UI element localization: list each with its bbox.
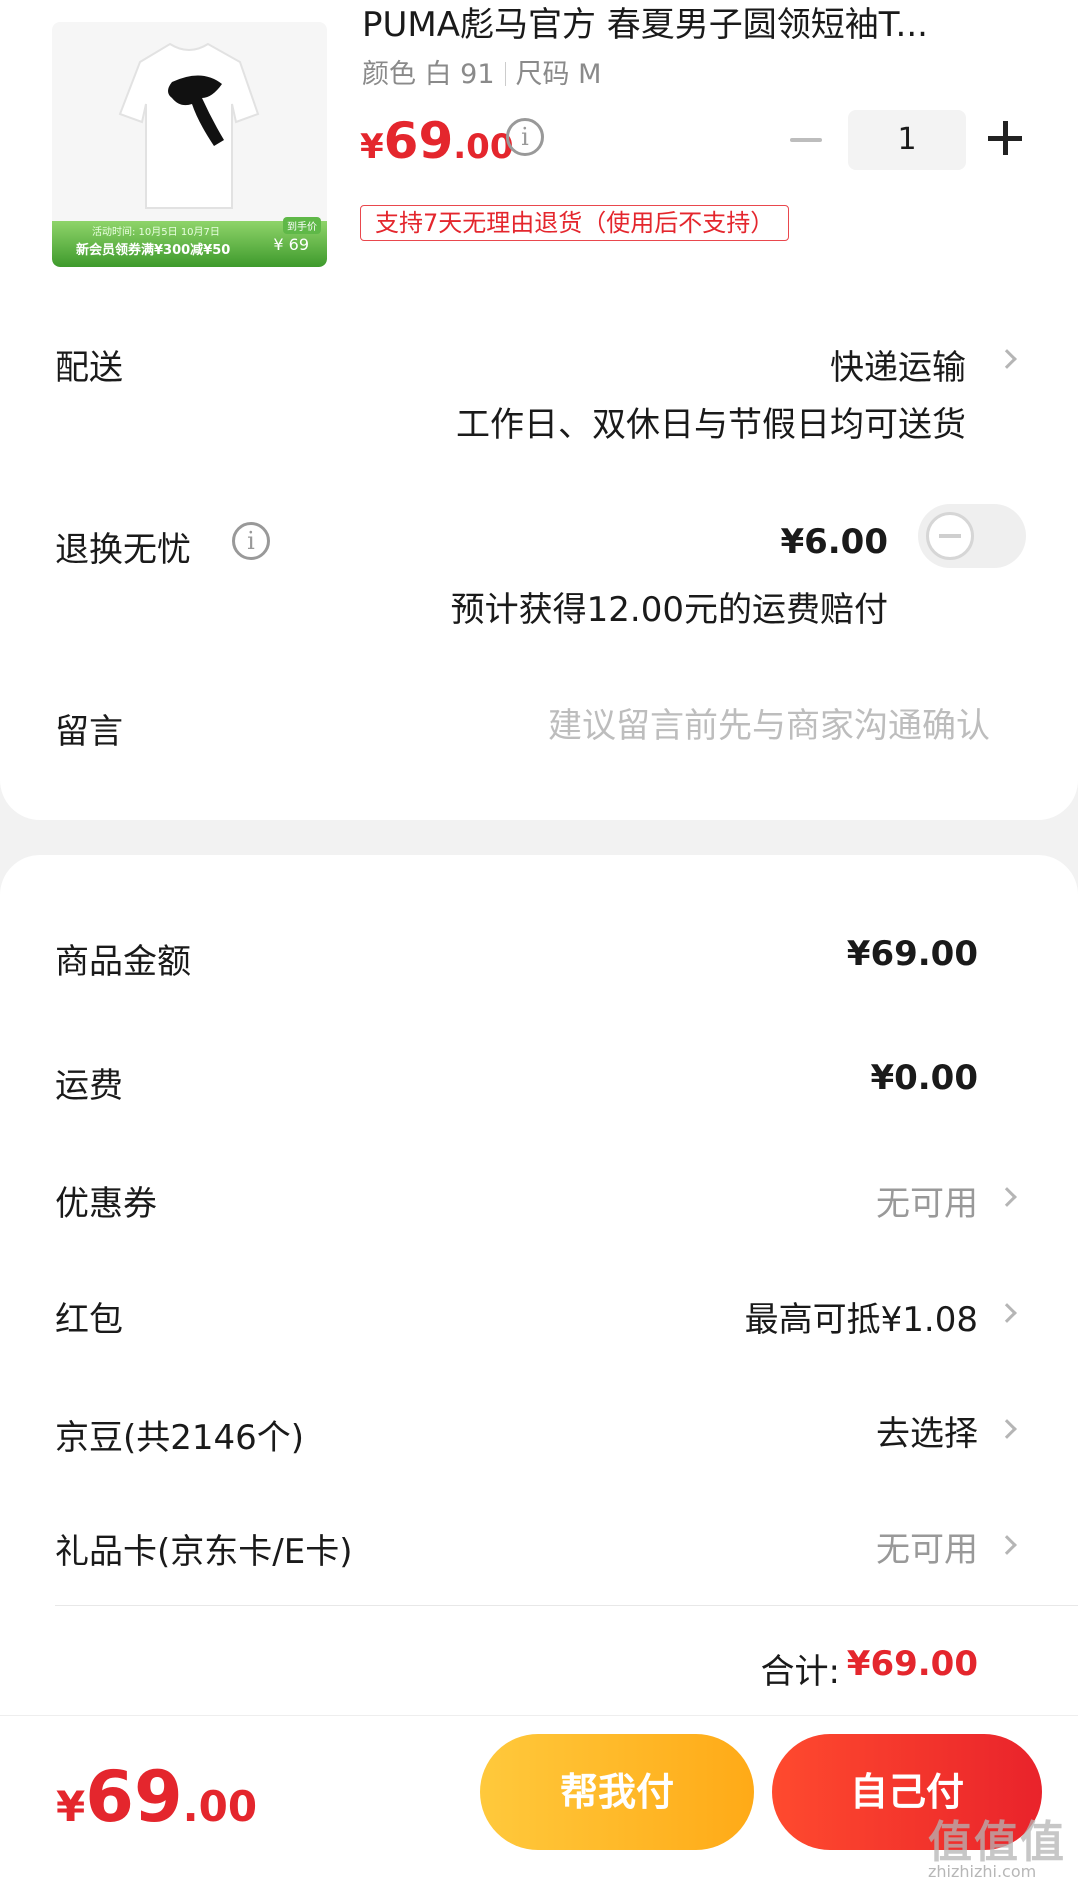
spec-divider — [504, 62, 506, 86]
redpacket-value[interactable]: 最高可抵¥1.08 — [745, 1292, 978, 1341]
delivery-method[interactable]: 快递运输 — [830, 340, 966, 389]
return-insurance-info-icon[interactable]: i — [232, 522, 270, 560]
order-confirm-page: 活动时间: 10月5日 10月7日 新会员领券满¥300减¥50 ¥ 69 到手… — [0, 0, 1078, 1882]
spec-color: 颜色 白 91 — [362, 59, 495, 90]
message-label: 留言 — [55, 712, 123, 752]
shipping-label: 运费 — [55, 1066, 123, 1106]
return-policy-badge: 支持7天无理由退货（使用后不支持） — [360, 205, 790, 241]
checkout-bar: ¥69.00 帮我付 自己付 值值值 zhizhizhi.com — [0, 1715, 1078, 1882]
price-info-icon[interactable]: i — [506, 118, 544, 156]
redpacket-label: 红包 — [55, 1300, 123, 1340]
product-price: ¥69.00 — [360, 112, 514, 170]
jingdou-value[interactable]: 去选择 — [876, 1406, 978, 1455]
message-input[interactable] — [420, 700, 990, 752]
tshirt-image — [118, 42, 260, 209]
price-integer: 69 — [383, 112, 454, 170]
shipping-value: ¥0.00 — [870, 1058, 978, 1098]
coupon-value[interactable]: 无可用 — [876, 1176, 978, 1225]
help-me-pay-button[interactable]: 帮我付 — [480, 1734, 754, 1850]
order-item-card: 活动时间: 10月5日 10月7日 新会员领券满¥300减¥50 ¥ 69 到手… — [0, 0, 1078, 820]
product-spec[interactable]: 颜色 白 91 尺码 M — [362, 52, 601, 91]
spec-size: 尺码 M — [515, 59, 602, 90]
giftcard-value[interactable]: 无可用 — [876, 1522, 978, 1571]
quantity-increase-button[interactable] — [988, 121, 1022, 155]
promo-banner: 活动时间: 10月5日 10月7日 新会员领券满¥300减¥50 ¥ 69 到手… — [52, 217, 327, 267]
return-insurance-note: 预计获得12.00元的运费赔付 — [450, 590, 888, 630]
promo-text: 新会员领券满¥300减¥50 — [76, 243, 231, 258]
quantity-decrease-button[interactable] — [788, 122, 824, 158]
watermark-logo: 值值值 — [928, 1817, 1066, 1868]
promo-tag: 到手价 — [283, 217, 321, 234]
total-label: 合计: — [760, 1652, 840, 1692]
summary-divider — [55, 1605, 1078, 1606]
delivery-note: 工作日、双休日与节假日均可送货 — [456, 405, 966, 445]
return-insurance-toggle[interactable] — [918, 504, 1026, 568]
coupon-label: 优惠券 — [55, 1184, 157, 1224]
giftcard-label: 礼品卡(京东卡/E卡) — [55, 1532, 353, 1572]
promo-price: ¥ 69 — [273, 235, 309, 254]
promo-date: 活动时间: 10月5日 10月7日 — [92, 227, 220, 238]
price-currency: ¥ — [360, 127, 384, 167]
delivery-label: 配送 — [55, 348, 123, 388]
return-insurance-label: 退换无忧 — [55, 530, 191, 570]
checkout-price: ¥69.00 — [56, 1756, 257, 1838]
product-title[interactable]: PUMA彪马官方 春夏男子圆领短袖T... — [362, 2, 1002, 48]
price-decimal: .00 — [453, 127, 514, 167]
toggle-knob — [926, 512, 974, 560]
goods-amount-label: 商品金额 — [55, 942, 191, 982]
checkout-price-decimal: .00 — [182, 1782, 258, 1831]
jingdou-label: 京豆(共2146个) — [55, 1418, 305, 1458]
return-insurance-price: ¥6.00 — [780, 522, 888, 562]
product-thumbnail[interactable]: 活动时间: 10月5日 10月7日 新会员领券满¥300减¥50 ¥ 69 到手… — [52, 22, 327, 267]
delivery-chevron-icon[interactable] — [997, 349, 1017, 369]
watermark-url: zhizhizhi.com — [928, 1862, 1037, 1881]
price-summary-card — [0, 855, 1078, 1715]
total-value: ¥69.00 — [846, 1644, 978, 1684]
checkout-price-currency: ¥ — [56, 1782, 86, 1831]
quantity-input[interactable]: 1 — [848, 110, 966, 170]
checkout-price-integer: 69 — [85, 1756, 183, 1838]
goods-amount-value: ¥69.00 — [846, 934, 978, 974]
